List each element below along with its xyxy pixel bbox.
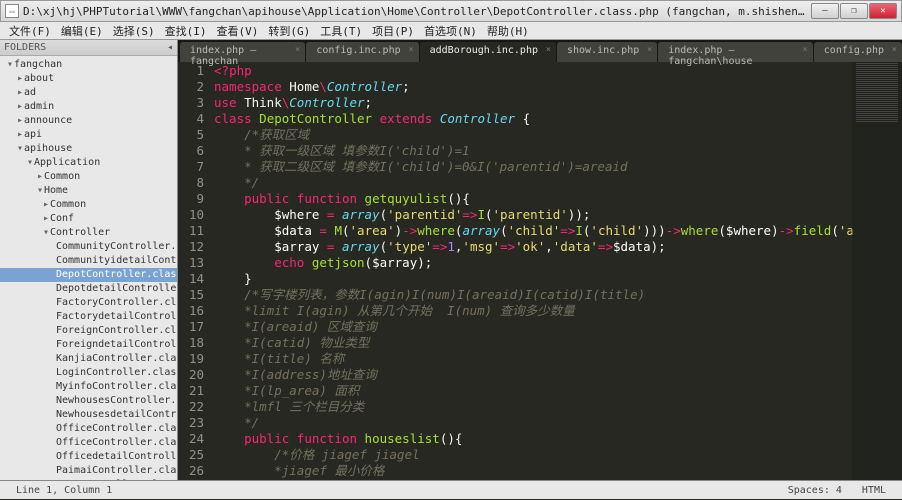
- tab[interactable]: index.php — fangchan\house×: [658, 42, 813, 62]
- window-buttons: — ❐ ✕: [811, 3, 897, 19]
- menu-view[interactable]: 查看(V): [212, 23, 264, 39]
- tab-bar: index.php — fangchan×config.inc.php×addB…: [178, 40, 902, 62]
- menubar: 文件(F) 编辑(E) 选择(S) 查找(I) 查看(V) 转到(G) 工具(T…: [0, 22, 902, 40]
- menu-edit[interactable]: 编辑(E): [56, 23, 108, 39]
- editor-area: index.php — fangchan×config.inc.php×addB…: [178, 40, 902, 480]
- tree-item[interactable]: ▸Conf: [0, 212, 177, 226]
- menu-goto[interactable]: 转到(G): [263, 23, 315, 39]
- tree-item[interactable]: NewhousesdetailController.class.php: [0, 408, 177, 422]
- tree-item[interactable]: ▾Home: [0, 184, 177, 198]
- sidebar-header-label: FOLDERS: [4, 42, 46, 53]
- folder-tree[interactable]: ▾fangchan▸about▸ad▸admin▸announce▸api▾ap…: [0, 56, 177, 480]
- tree-item[interactable]: DepotController.class.php: [0, 268, 177, 282]
- minimap[interactable]: [852, 62, 902, 480]
- sidebar-header: FOLDERS ◂: [0, 40, 177, 56]
- tree-item[interactable]: ▾Application: [0, 156, 177, 170]
- tab-close-icon[interactable]: ×: [546, 45, 551, 55]
- tree-item[interactable]: ▾apihouse: [0, 142, 177, 156]
- tab[interactable]: index.php — fangchan×: [180, 42, 305, 62]
- chevron-left-icon[interactable]: ◂: [167, 42, 173, 53]
- tree-item[interactable]: NewhousesController.class.php: [0, 394, 177, 408]
- tab[interactable]: config.php×: [814, 42, 902, 62]
- tree-item[interactable]: FactoryController.class.php: [0, 296, 177, 310]
- tree-item[interactable]: ▸admin: [0, 100, 177, 114]
- menu-select[interactable]: 选择(S): [108, 23, 160, 39]
- tree-item[interactable]: ▸about: [0, 72, 177, 86]
- tree-item[interactable]: ▾Controller: [0, 226, 177, 240]
- status-spaces[interactable]: Spaces: 4: [778, 485, 852, 496]
- window-title: D:\xj\hj\PHPTutorial\WWW\fangchan\apihou…: [23, 3, 811, 19]
- code-lines[interactable]: <?php namespace Home\Controller; use Thi…: [212, 62, 902, 480]
- maximize-button[interactable]: ❐: [840, 3, 868, 19]
- tab-close-icon[interactable]: ×: [892, 45, 897, 55]
- tab[interactable]: config.inc.php×: [306, 42, 418, 62]
- tree-item[interactable]: OfficeController.class.php: [0, 422, 177, 436]
- main-area: FOLDERS ◂ ▾fangchan▸about▸ad▸admin▸annou…: [0, 40, 902, 480]
- menu-tools[interactable]: 工具(T): [315, 23, 367, 39]
- statusbar: Line 1, Column 1 Spaces: 4 HTML: [0, 480, 902, 499]
- tree-item[interactable]: ▸announce: [0, 114, 177, 128]
- tree-item[interactable]: ForeigndetailController.class.php: [0, 338, 177, 352]
- tree-item[interactable]: PaimaiController.class.php: [0, 464, 177, 478]
- tree-item[interactable]: ForeignController.class.php: [0, 324, 177, 338]
- menu-help[interactable]: 帮助(H): [482, 23, 534, 39]
- code-area[interactable]: 1234567891011121314151617181920212223242…: [178, 62, 902, 480]
- tree-item[interactable]: ▸ad: [0, 86, 177, 100]
- tree-item[interactable]: RentController.class.php: [0, 478, 177, 480]
- status-syntax[interactable]: HTML: [852, 485, 896, 496]
- minimize-button[interactable]: —: [811, 3, 839, 19]
- close-button[interactable]: ✕: [869, 3, 897, 19]
- status-position[interactable]: Line 1, Column 1: [6, 485, 122, 496]
- tree-item[interactable]: OfficeController.class.php: [0, 436, 177, 450]
- tree-item[interactable]: CommunityidetailController.class.php: [0, 254, 177, 268]
- tab-close-icon[interactable]: ×: [802, 45, 807, 55]
- tree-item[interactable]: LoginController.class.php: [0, 366, 177, 380]
- tree-item[interactable]: CommunityController.class.php: [0, 240, 177, 254]
- tree-item[interactable]: DepotdetailController.class.php: [0, 282, 177, 296]
- menu-project[interactable]: 项目(P): [367, 23, 419, 39]
- tab[interactable]: show.inc.php×: [557, 42, 657, 62]
- tree-item[interactable]: KanjiaController.class.php: [0, 352, 177, 366]
- menu-find[interactable]: 查找(I): [160, 23, 212, 39]
- sidebar: FOLDERS ◂ ▾fangchan▸about▸ad▸admin▸annou…: [0, 40, 178, 480]
- app-icon: ▭: [5, 4, 19, 18]
- tree-item[interactable]: FactorydetailController.class.php: [0, 310, 177, 324]
- tab[interactable]: addBorough.inc.php×: [420, 42, 556, 62]
- tab-close-icon[interactable]: ×: [408, 45, 413, 55]
- tree-item[interactable]: ▸api: [0, 128, 177, 142]
- tree-item[interactable]: OfficedetailController.class.php: [0, 450, 177, 464]
- tree-item[interactable]: MyinfoController.class.php: [0, 380, 177, 394]
- tree-item[interactable]: ▸Common: [0, 170, 177, 184]
- menu-prefs[interactable]: 首选项(N): [419, 23, 482, 39]
- titlebar: ▭ D:\xj\hj\PHPTutorial\WWW\fangchan\apih…: [0, 0, 902, 22]
- tab-close-icon[interactable]: ×: [647, 45, 652, 55]
- line-numbers: 1234567891011121314151617181920212223242…: [178, 62, 212, 480]
- tab-close-icon[interactable]: ×: [295, 45, 300, 55]
- tree-item[interactable]: ▸Common: [0, 198, 177, 212]
- menu-file[interactable]: 文件(F): [4, 23, 56, 39]
- tree-item[interactable]: ▾fangchan: [0, 58, 177, 72]
